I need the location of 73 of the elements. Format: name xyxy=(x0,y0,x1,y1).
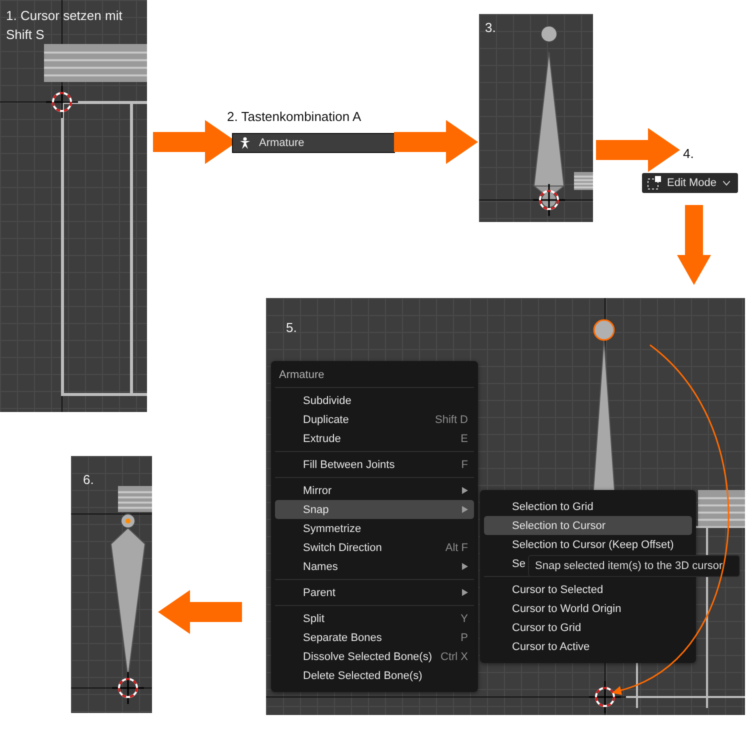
submenu-arrow-icon xyxy=(462,506,468,513)
menu-item-label: Names xyxy=(303,560,338,572)
3d-cursor-icon xyxy=(589,681,621,713)
menu-item[interactable]: Parent xyxy=(275,583,474,602)
menu-item[interactable]: Cursor to Selected xyxy=(484,580,692,599)
mesh-slab xyxy=(118,486,152,512)
menu-item[interactable]: Subdivide xyxy=(275,391,474,410)
menu-item[interactable]: Extrude E xyxy=(275,429,474,448)
shortcut-label: Alt F xyxy=(445,542,468,554)
mesh-slab xyxy=(698,490,745,526)
shortcut-label: P xyxy=(460,632,468,644)
menu-item[interactable]: Duplicate Shift D xyxy=(275,410,474,429)
menu-item[interactable]: Selection to Cursor (Keep Offset) xyxy=(484,535,692,554)
menu-item-label: Mirror xyxy=(303,484,332,496)
menu-item-label: Dissolve Selected Bone(s) xyxy=(303,650,432,662)
step-label: 3. xyxy=(485,19,496,37)
submenu-arrow-icon xyxy=(462,589,468,596)
step-label: 6. xyxy=(83,471,94,489)
menu-item-label: Snap xyxy=(303,504,329,516)
menu-item-label: Separate Bones xyxy=(303,632,382,644)
menu-item-label: Parent xyxy=(303,586,336,598)
menu-item-label: Fill Between Joints xyxy=(303,458,395,470)
shortcut-label: F xyxy=(461,458,468,470)
menu-item-label: Duplicate xyxy=(303,414,349,426)
menu-item-label: Selection to Cursor xyxy=(512,520,606,532)
menu-item-label: Cursor to Selected xyxy=(512,584,604,596)
menu-item[interactable]: Names xyxy=(275,557,474,576)
3d-cursor-icon xyxy=(46,86,78,118)
mesh-slab xyxy=(574,172,593,190)
menu-item-label: Switch Direction xyxy=(303,542,382,554)
menu-item[interactable]: Symmetrize xyxy=(275,519,474,538)
menu-item[interactable]: Split Y xyxy=(275,609,474,628)
3d-cursor-icon xyxy=(112,672,144,704)
3d-cursor-icon xyxy=(533,184,565,216)
menu-item-label: Split xyxy=(303,612,324,624)
menu-item[interactable]: Fill Between Joints F xyxy=(275,455,474,474)
menu-item[interactable]: Cursor to Active xyxy=(484,637,692,656)
submenu-arrow-icon xyxy=(462,563,468,570)
menu-item[interactable]: Cursor to Grid xyxy=(484,618,692,637)
tooltip: Snap selected item(s) to the 3D cursor xyxy=(528,555,740,577)
submenu-arrow-icon xyxy=(462,487,468,494)
menu-item[interactable]: Separate Bones P xyxy=(275,628,474,647)
mode-selector[interactable]: Edit Mode xyxy=(642,173,738,193)
menu-item[interactable]: Cursor to World Origin xyxy=(484,599,692,618)
shortcut-label: Y xyxy=(460,612,468,624)
menu-item-label: Cursor to Grid xyxy=(512,622,582,634)
menu-title: Armature xyxy=(278,368,326,383)
menu-item-label: Selection to Cursor (Keep Offset) xyxy=(512,538,674,550)
menu-item-label: Subdivide xyxy=(303,394,352,406)
menu-item-label: Extrude xyxy=(303,432,341,444)
menu-item[interactable]: Dissolve Selected Bone(s) Ctrl X xyxy=(275,647,474,666)
step-label: 1. Cursor setzen mit Shift S xyxy=(6,7,124,44)
menu-item[interactable]: Snap xyxy=(275,500,474,519)
menu-item-label: Cursor to World Origin xyxy=(512,602,622,614)
menu-item-label: Cursor to Active xyxy=(512,640,590,652)
step-label: 2. Tastenkombination A xyxy=(227,108,362,126)
edit-mode-icon xyxy=(647,176,661,190)
shortcut-label: Ctrl X xyxy=(440,650,468,662)
menu-item[interactable]: Delete Selected Bone(s) xyxy=(275,666,474,685)
menu-item-label: Symmetrize xyxy=(303,522,362,534)
menu-item-label: Selection to Grid xyxy=(512,500,594,512)
menu-item[interactable]: Selection to Cursor xyxy=(484,516,692,535)
armature-icon xyxy=(239,137,251,149)
shortcut-label: Shift D xyxy=(434,414,468,426)
menu-item[interactable]: Switch Direction Alt F xyxy=(275,538,474,557)
menu-item-label: Delete Selected Bone(s) xyxy=(303,670,422,682)
menu-item[interactable]: Selection to Grid xyxy=(484,497,692,516)
step-label: 5. xyxy=(286,319,297,337)
menu-item[interactable]: Mirror xyxy=(275,481,474,500)
chevron-down-icon xyxy=(722,180,730,186)
shortcut-label: E xyxy=(460,432,468,444)
menu-item[interactable]: Armature xyxy=(232,133,395,153)
step-label: 4. xyxy=(683,145,694,163)
